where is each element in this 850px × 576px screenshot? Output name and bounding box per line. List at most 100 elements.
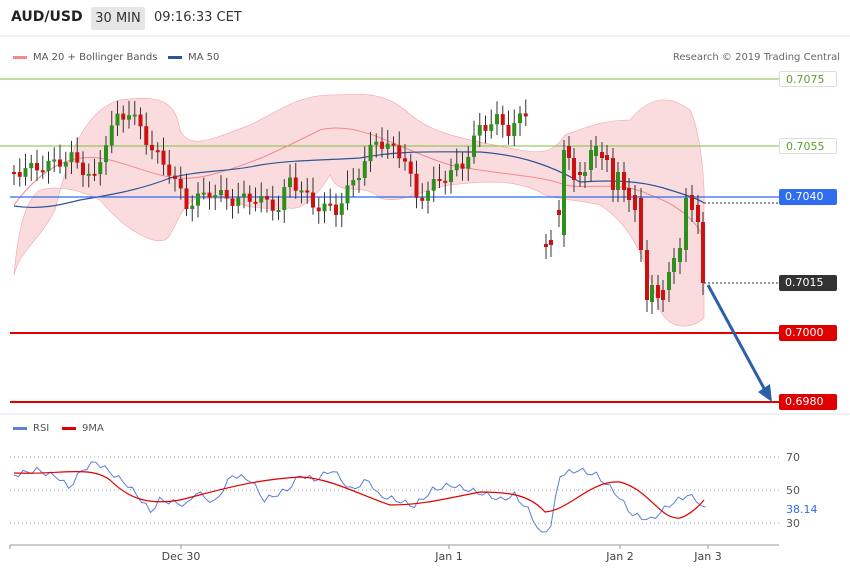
rsi-label: RSI: [33, 423, 50, 434]
candle-body: [236, 197, 241, 206]
candle-body: [184, 188, 189, 210]
candle-body: [196, 193, 200, 206]
candle-body: [253, 201, 258, 204]
candle-body: [322, 203, 327, 212]
candle-body: [132, 114, 137, 117]
candle-body: [75, 152, 80, 163]
candle-body: [115, 113, 120, 126]
candle-body: [420, 197, 425, 201]
candle-body: [334, 204, 338, 215]
candle-body: [578, 172, 582, 175]
candle-body: [549, 240, 553, 245]
rsi-ma-label: 9MA: [82, 423, 104, 434]
candle-body: [190, 205, 195, 210]
candle-body: [219, 190, 223, 196]
candle-body: [650, 285, 654, 302]
rsi-tick-30: 30: [786, 517, 800, 530]
legend-rsi-ma: 9MA: [62, 423, 104, 434]
candle-body: [98, 162, 103, 175]
candle-body: [431, 179, 436, 191]
level-label-0.7075: 0.7075: [779, 71, 837, 87]
candle-body: [605, 155, 609, 160]
candle-body: [247, 193, 252, 202]
candle-body: [594, 146, 598, 156]
rsi-line: [13, 461, 706, 533]
candle-body: [121, 113, 126, 120]
candle-body: [282, 187, 287, 210]
candle-body: [460, 163, 465, 169]
rsi-swatch: [13, 427, 27, 430]
candle-body: [138, 114, 143, 127]
candle-body: [328, 203, 333, 206]
candle-body: [583, 172, 587, 176]
rsi-current-value: 38.14: [786, 503, 818, 516]
candle-body: [656, 285, 660, 298]
candle-body: [426, 190, 430, 201]
candle-body: [92, 173, 97, 176]
candle-body: [144, 126, 149, 145]
candle-body: [403, 158, 407, 162]
candle-body: [466, 156, 471, 169]
candle-body: [495, 114, 499, 125]
candle-body: [109, 125, 114, 146]
candle-body: [58, 159, 62, 167]
candle-body: [518, 113, 522, 124]
candle-body: [483, 124, 488, 131]
candle-body: [104, 145, 108, 163]
candle-body: [385, 143, 390, 149]
candle-body: [242, 193, 246, 198]
candle-body: [178, 178, 183, 189]
candle-body: [40, 170, 45, 173]
candle-body: [645, 250, 649, 300]
candle-body: [627, 188, 631, 200]
candle-body: [544, 244, 548, 247]
time-axis: [9, 544, 779, 549]
candle-body: [489, 124, 494, 131]
candle-body: [150, 144, 154, 151]
candle-body: [299, 190, 304, 193]
rsi-panel: [10, 456, 779, 533]
candle-body: [173, 175, 177, 179]
candle-body: [500, 114, 505, 125]
candle-body: [362, 161, 367, 178]
candle-body: [46, 160, 51, 171]
level-label-current: 0.7015: [779, 275, 837, 291]
candle-body: [230, 198, 235, 206]
candle-body: [213, 195, 218, 198]
candle-body: [23, 168, 28, 177]
candle-body: [633, 195, 637, 210]
candle-body: [611, 158, 615, 190]
candle-body: [155, 150, 160, 153]
candle-body: [345, 185, 350, 204]
candle-body: [414, 173, 419, 198]
candle-body: [397, 145, 402, 159]
candle-body: [523, 113, 528, 117]
candle-body: [449, 170, 453, 183]
x-label-dec30: Dec 30: [161, 550, 201, 563]
candle-body: [293, 177, 298, 191]
candle-body: [672, 258, 676, 272]
candle-body: [696, 205, 700, 222]
forecast-arrow-head: [758, 384, 772, 402]
candle-body: [259, 196, 264, 203]
candle-body: [557, 210, 561, 215]
candle-body: [201, 192, 206, 195]
candle-body: [86, 173, 91, 176]
candle-body: [339, 203, 344, 215]
candle-body: [357, 177, 361, 181]
candle-body: [589, 150, 593, 170]
x-label-jan1: Jan 1: [435, 550, 463, 563]
candle-body: [270, 199, 275, 211]
forecast-arrow-shaft: [706, 284, 768, 393]
candle-body: [690, 195, 694, 210]
level-label-0.7000: 0.7000: [779, 325, 837, 341]
candle-body: [472, 135, 476, 157]
candle-body: [667, 272, 671, 290]
candle-body: [661, 290, 665, 300]
candle-body: [127, 115, 131, 120]
candle-body: [701, 222, 705, 283]
legend-rsi: RSI: [13, 423, 49, 434]
candle-body: [374, 141, 379, 145]
candle-body: [678, 248, 682, 262]
rsi-tick-50: 50: [786, 484, 800, 497]
